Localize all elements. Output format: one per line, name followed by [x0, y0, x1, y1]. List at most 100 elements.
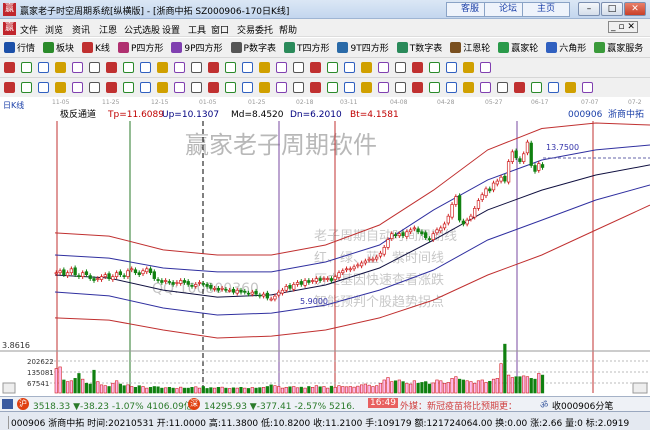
scroll-left-button[interactable] — [2, 382, 16, 394]
fan-icon[interactable] — [38, 82, 49, 93]
fib2-icon[interactable] — [412, 82, 423, 93]
menu-6[interactable]: 工具 — [188, 23, 206, 36]
crosshair-icon[interactable] — [327, 62, 338, 73]
restore-doc-button[interactable]: _ ▫ ✕ — [608, 21, 638, 33]
tri-icon[interactable] — [446, 82, 457, 93]
tool-icon[interactable] — [361, 62, 372, 73]
toolbar-item-t-number-table[interactable]: T数字表 — [396, 41, 442, 54]
menu-9[interactable]: 帮助 — [279, 23, 297, 36]
period-icon[interactable] — [4, 62, 15, 73]
info-icon[interactable] — [38, 62, 49, 73]
diamond2-icon[interactable] — [225, 62, 236, 73]
candle — [488, 186, 492, 194]
speed-icon[interactable] — [429, 82, 440, 93]
calculator-icon[interactable] — [412, 62, 423, 73]
hand-icon[interactable] — [310, 62, 321, 73]
diamond6-icon[interactable] — [293, 62, 304, 73]
minimize-button[interactable]: – — [578, 2, 600, 16]
tri2-icon[interactable] — [463, 82, 474, 93]
toolbar-item-9p-square[interactable]: 9P四方形 — [171, 41, 223, 54]
kline-chart[interactable]: 11-05 11-25 12-15 01-05 01-25 02-18 03-11 04-08… — [0, 97, 650, 397]
diamond4-icon[interactable] — [259, 62, 270, 73]
menu-1[interactable]: 浏览 — [45, 23, 63, 36]
draw-icon[interactable] — [55, 62, 66, 73]
calc-icon[interactable] — [378, 62, 389, 73]
arc-icon[interactable] — [89, 82, 100, 93]
chart-icon[interactable] — [21, 62, 32, 73]
volume-bar — [167, 386, 171, 394]
toolbar-item-gann-wheel[interactable]: 江恩轮 — [450, 41, 490, 54]
menu-4[interactable]: 公式选股 — [124, 23, 160, 36]
circle2-icon[interactable] — [395, 82, 406, 93]
menu-3[interactable]: 江恩 — [99, 23, 117, 36]
scroll-right-button[interactable] — [632, 382, 648, 394]
fan3-icon[interactable] — [72, 82, 83, 93]
toolbar-item-quote[interactable]: 行情 — [4, 41, 35, 54]
maximize-button[interactable]: □ — [601, 2, 623, 16]
last-icon[interactable] — [157, 62, 168, 73]
diamond1-icon[interactable] — [208, 62, 219, 73]
homepage-button[interactable]: 主页 — [522, 2, 570, 17]
toolbar-item-p-number-table[interactable]: P数字表 — [230, 41, 276, 54]
grid-icon[interactable] — [225, 82, 236, 93]
line-icon[interactable] — [344, 62, 355, 73]
angle4-icon[interactable] — [514, 82, 525, 93]
layout1-icon[interactable] — [565, 82, 576, 93]
menu-5[interactable]: 设置 — [162, 23, 180, 36]
draw2-icon[interactable] — [72, 62, 83, 73]
angle-icon[interactable] — [259, 82, 270, 93]
calendar-icon[interactable] — [395, 62, 406, 73]
notes-icon[interactable] — [429, 62, 440, 73]
layout2-icon[interactable] — [582, 82, 593, 93]
n2-icon[interactable] — [157, 82, 168, 93]
flag-icon[interactable] — [123, 62, 134, 73]
angle2-icon[interactable] — [480, 82, 491, 93]
cycle2-icon[interactable] — [548, 82, 559, 93]
bar-icon[interactable] — [89, 62, 100, 73]
toolbar-item-kline[interactable]: K线 — [82, 41, 110, 54]
close-button[interactable]: ✕ — [624, 2, 646, 16]
next-icon[interactable] — [191, 62, 202, 73]
box-icon[interactable] — [191, 82, 202, 93]
pattern2-icon[interactable] — [310, 82, 321, 93]
grid2-icon[interactable] — [242, 82, 253, 93]
toolbar-item-sector[interactable]: 板块 — [43, 41, 74, 54]
color-icon[interactable] — [106, 62, 117, 73]
menu-0[interactable]: 文件 — [20, 23, 38, 36]
candle — [344, 266, 349, 273]
toolbar-item-winner-wheel[interactable]: 赢家轮 — [498, 41, 538, 54]
candle — [457, 193, 462, 223]
prev-icon[interactable] — [174, 62, 185, 73]
menu-8[interactable]: 交易委托 — [237, 23, 273, 36]
gann-fan-icon[interactable] — [208, 82, 219, 93]
parallel-icon[interactable] — [140, 82, 151, 93]
ratio-icon[interactable] — [327, 82, 338, 93]
menu-7[interactable]: 窗口 — [211, 23, 229, 36]
diamond5-icon[interactable] — [276, 62, 287, 73]
save-icon[interactable] — [446, 62, 457, 73]
ratio2-icon[interactable] — [344, 82, 355, 93]
more-icon[interactable] — [174, 82, 185, 93]
diamond3-icon[interactable] — [242, 62, 253, 73]
percent-icon[interactable] — [361, 82, 372, 93]
toolbar-item-p-square[interactable]: P四方形 — [117, 41, 163, 54]
menu-2[interactable]: 资讯 — [72, 23, 90, 36]
pen-icon[interactable] — [4, 82, 15, 93]
print-icon[interactable] — [463, 62, 474, 73]
wave-icon[interactable] — [276, 82, 287, 93]
fan2-icon[interactable] — [55, 82, 66, 93]
toolbar-item-9t-square[interactable]: 9T四方形 — [337, 41, 389, 54]
pattern-icon[interactable] — [293, 82, 304, 93]
fib-icon[interactable] — [378, 82, 389, 93]
angle3-icon[interactable] — [497, 82, 508, 93]
lines-icon[interactable] — [21, 82, 32, 93]
brush-icon[interactable] — [106, 82, 117, 93]
export-icon[interactable] — [480, 62, 491, 73]
toolbar-item-t-square[interactable]: T四方形 — [283, 41, 329, 54]
cycle-icon[interactable] — [531, 82, 542, 93]
circle-icon[interactable] — [123, 82, 134, 93]
keyboard-icon[interactable] — [2, 399, 13, 409]
toolbar-item-service[interactable]: 赢家服务 — [594, 41, 643, 54]
toolbar-item-hexagon[interactable]: 六角形 — [546, 41, 586, 54]
first-icon[interactable] — [140, 62, 151, 73]
